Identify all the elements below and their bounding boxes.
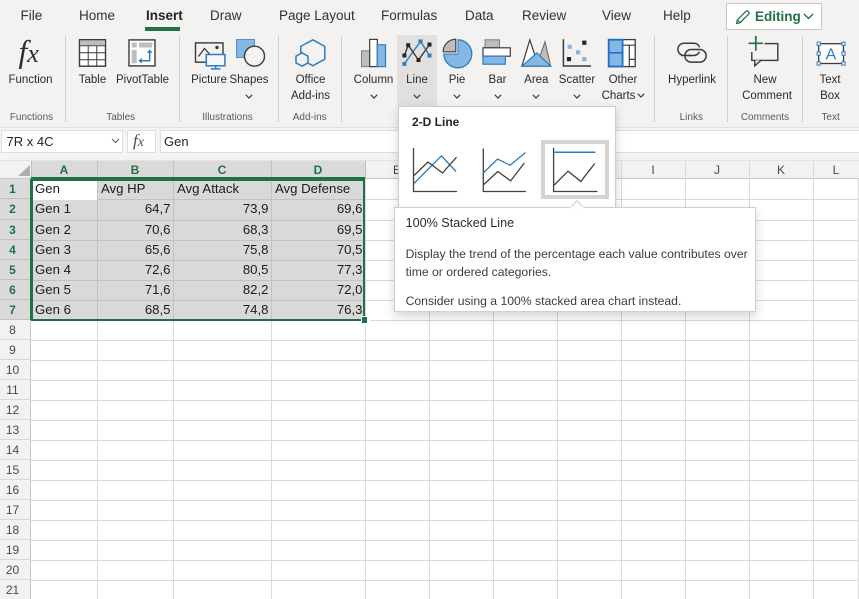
svg-text:A: A (826, 47, 837, 64)
